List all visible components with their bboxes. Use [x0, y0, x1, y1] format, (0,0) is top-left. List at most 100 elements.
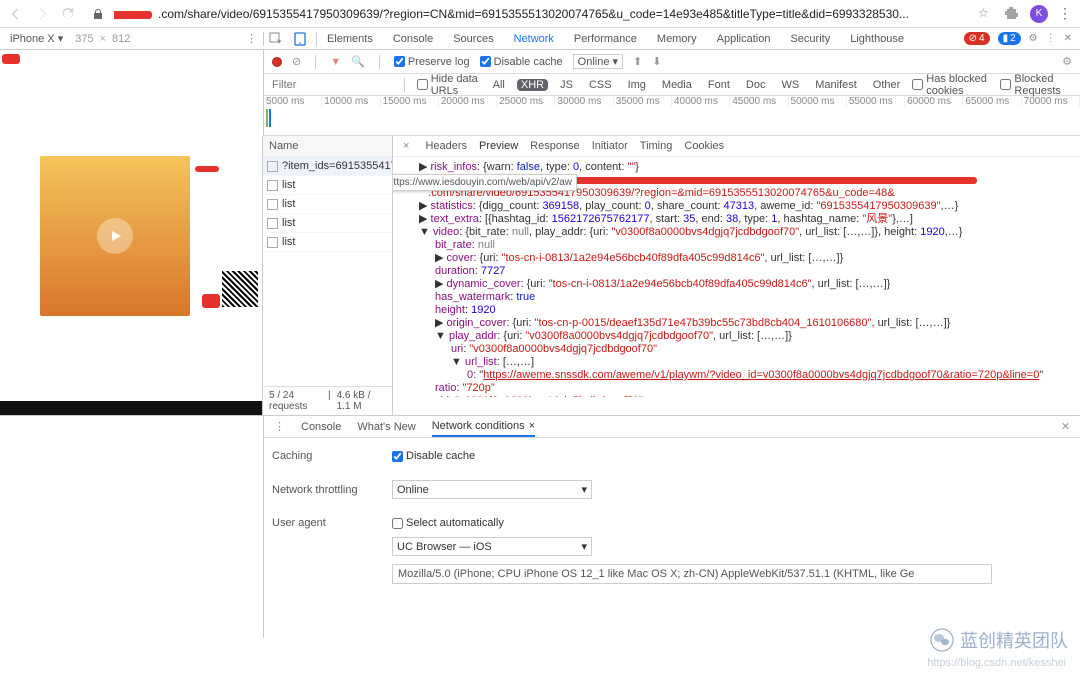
chrome-menu-icon[interactable]: ⋮ — [1058, 5, 1072, 22]
json-line[interactable]: height: 1920 — [401, 304, 1072, 317]
filter-all[interactable]: All — [489, 79, 509, 91]
detail-tab-preview[interactable]: Preview — [479, 140, 518, 152]
forward-icon[interactable] — [34, 6, 50, 22]
ua-string-input[interactable]: Mozilla/5.0 (iPhone; CPU iPhone OS 12_1 … — [392, 564, 992, 584]
more-icon[interactable]: ⋮ — [1046, 33, 1056, 44]
json-line[interactable]: ▼ play_addr: {uri: "v0300f8a0000bvs4dgjq… — [401, 330, 1072, 343]
json-line[interactable]: 0: "https://aweme.snssdk.com/aweme/v1/pl… — [401, 369, 1072, 382]
json-line[interactable]: ▶ statistics: {digg_count: 369158, play_… — [401, 200, 1072, 213]
info-badge[interactable]: ▮ 2 — [998, 32, 1021, 45]
hide-data-urls-checkbox[interactable]: Hide data URLs — [417, 73, 481, 97]
json-line[interactable]: ▶ cover: {uri: "tos-cn-i-0813/1a2e94e56b… — [401, 252, 1072, 265]
device-select[interactable]: iPhone X ▾ — [10, 32, 63, 45]
detail-tab-initiator[interactable]: Initiator — [592, 140, 628, 152]
preview-footer — [0, 401, 262, 415]
json-line[interactable]: uri: "v0300f8a0000bvs4dgjq7jcdbdgoof70" — [401, 343, 1072, 356]
request-row[interactable]: list — [263, 176, 392, 195]
import-icon[interactable]: ⬆ — [633, 55, 642, 68]
filter-css[interactable]: CSS — [585, 79, 616, 91]
viewport-width[interactable]: 375 — [75, 33, 93, 45]
json-line[interactable]: ▶ dynamic_cover: {uri: "tos-cn-i-0813/1a… — [401, 278, 1072, 291]
network-settings-icon[interactable]: ⚙ — [1062, 55, 1072, 68]
disable-cache-checkbox[interactable]: Disable cache — [480, 56, 563, 68]
json-line[interactable]: vid: "v0300f8a0000bvs4dgjq7jcdbdgoof70" — [401, 395, 1072, 397]
filter-ws[interactable]: WS — [777, 79, 803, 91]
error-badge[interactable]: ⊘ 4 — [964, 32, 990, 45]
clear-icon[interactable]: ⊘ — [292, 55, 301, 68]
drawer-disable-cache-checkbox[interactable]: Disable cache — [392, 450, 792, 462]
close-drawer-icon[interactable]: ✕ — [1061, 420, 1070, 433]
drawer-tab-netcond[interactable]: Network conditions× — [432, 420, 535, 437]
request-row[interactable]: list — [263, 195, 392, 214]
play-icon[interactable] — [97, 218, 133, 254]
filter-js[interactable]: JS — [556, 79, 577, 91]
throttling-select[interactable]: Online ▾ — [573, 54, 623, 69]
detail-tab-timing[interactable]: Timing — [640, 140, 673, 152]
blocked-cookies-checkbox[interactable]: Has blocked cookies — [912, 73, 992, 97]
filter-input[interactable] — [272, 79, 392, 91]
filter-doc[interactable]: Doc — [742, 79, 770, 91]
filter-media[interactable]: Media — [658, 79, 696, 91]
request-row[interactable]: list — [263, 214, 392, 233]
detail-tab-response[interactable]: Response — [530, 140, 580, 152]
preview-body[interactable]: https://www.iesdouyin.com/web/api/v2/aw … — [393, 157, 1080, 397]
tab-elements[interactable]: Elements — [325, 33, 375, 45]
reload-icon[interactable] — [60, 6, 76, 22]
close-detail-icon[interactable]: × — [403, 140, 409, 152]
select-auto-checkbox[interactable]: Select automatically — [392, 517, 792, 529]
filter-xhr[interactable]: XHR — [517, 79, 548, 91]
tab-lighthouse[interactable]: Lighthouse — [848, 33, 906, 45]
json-line[interactable]: ▶ risk_infos: {warn: false, type: 0, con… — [401, 161, 1072, 174]
filter-other[interactable]: Other — [869, 79, 905, 91]
tab-console[interactable]: Console — [391, 33, 435, 45]
detail-tab-headers[interactable]: Headers — [425, 140, 467, 152]
back-icon[interactable] — [8, 6, 24, 22]
detail-tab-cookies[interactable]: Cookies — [684, 140, 724, 152]
filter-img[interactable]: Img — [624, 79, 650, 91]
drawer-menu-icon[interactable]: ⋮ — [274, 420, 285, 433]
ua-preset-select[interactable]: UC Browser — iOS▾ — [392, 537, 592, 556]
json-line[interactable]: bit_rate: null — [401, 239, 1072, 252]
search-icon[interactable]: 🔍 — [351, 55, 365, 68]
tab-sources[interactable]: Sources — [451, 33, 495, 45]
json-line[interactable]: ▼ url_list: […,…] — [401, 356, 1072, 369]
request-row[interactable]: ?item_ids=691535541795... — [263, 157, 392, 176]
close-devtools-icon[interactable]: ✕ — [1064, 33, 1072, 44]
export-icon[interactable]: ⬇ — [652, 55, 661, 68]
json-line[interactable]: ▶ origin_cover: {uri: "tos-cn-p-0015/dea… — [401, 317, 1072, 330]
json-line[interactable]: duration: 7727 — [401, 265, 1072, 278]
tab-network[interactable]: Network — [512, 33, 556, 45]
filter-manifest[interactable]: Manifest — [811, 79, 861, 91]
record-icon[interactable] — [272, 57, 282, 67]
drawer-tab-console[interactable]: Console — [301, 421, 341, 433]
json-line[interactable]: has_watermark: true — [401, 291, 1072, 304]
address-bar[interactable]: .com/share/video/6915355417950309639/?re… — [114, 7, 968, 21]
tab-memory[interactable]: Memory — [655, 33, 699, 45]
blocked-requests-checkbox[interactable]: Blocked Requests — [1000, 73, 1072, 97]
tab-performance[interactable]: Performance — [572, 33, 639, 45]
qr-code[interactable] — [222, 271, 258, 307]
tab-application[interactable]: Application — [715, 33, 773, 45]
request-row[interactable]: list — [263, 233, 392, 252]
drawer-tab-whatsnew[interactable]: What's New — [357, 421, 415, 433]
tab-security[interactable]: Security — [788, 33, 832, 45]
json-line[interactable]: ratio: "720p" — [401, 382, 1072, 395]
close-tab-icon: × — [529, 420, 535, 432]
device-menu-icon[interactable]: ⋮ — [246, 32, 257, 45]
extensions-icon[interactable] — [1004, 6, 1020, 22]
timeline-tick: 65000 ms — [963, 96, 1021, 107]
preserve-log-checkbox[interactable]: Preserve log — [394, 56, 470, 68]
timeline-tick: 45000 ms — [730, 96, 788, 107]
json-line[interactable]: ▶ text_extra: [{hashtag_id: 156217267576… — [401, 213, 1072, 226]
viewport-height[interactable]: 812 — [112, 33, 130, 45]
toggle-device-icon[interactable] — [288, 32, 312, 46]
throttling-preset-select[interactable]: Online▾ — [392, 480, 592, 499]
video-thumbnail[interactable] — [40, 156, 190, 316]
avatar[interactable]: K — [1030, 5, 1048, 23]
filter-icon[interactable]: ▼ — [330, 56, 341, 68]
star-icon[interactable]: ☆ — [978, 6, 994, 22]
settings-icon[interactable]: ⚙ — [1029, 33, 1038, 44]
filter-font[interactable]: Font — [704, 79, 734, 91]
json-line[interactable]: ▼ video: {bit_rate: null, play_addr: {ur… — [401, 226, 1072, 239]
inspect-icon[interactable] — [264, 32, 288, 46]
